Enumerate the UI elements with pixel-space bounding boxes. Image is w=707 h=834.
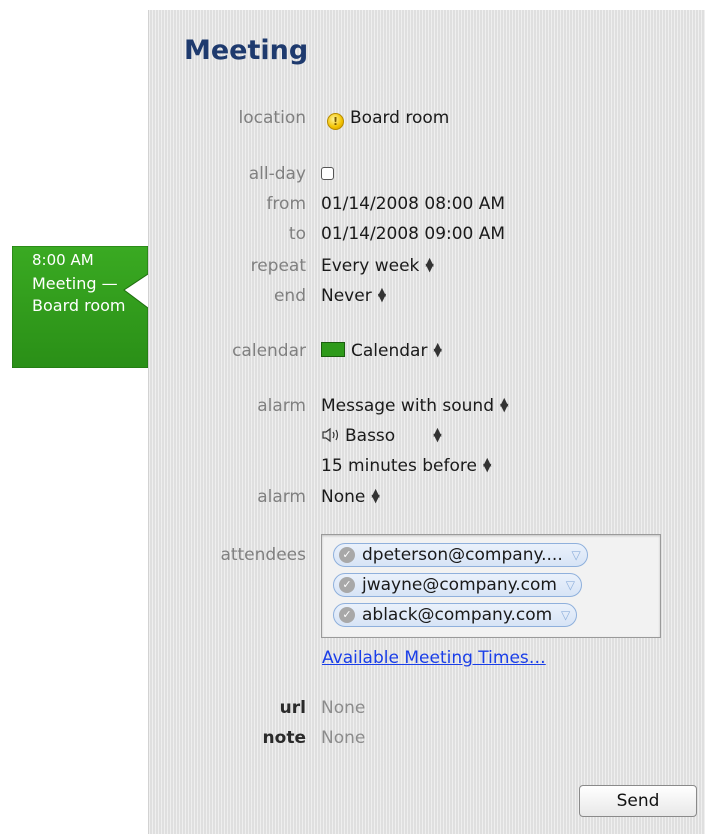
end-label: end — [273, 286, 306, 306]
event-title: Meeting — — [32, 274, 118, 293]
attendee-token[interactable]: ✓ dpeterson@company.... ▽ — [333, 543, 588, 567]
alarm2-popup[interactable]: None ▲ ▼ — [321, 487, 380, 507]
chevron-down-icon[interactable]: ▽ — [572, 544, 581, 566]
popup-arrows-icon: ▲ ▼ — [377, 285, 387, 304]
alarm-type-popup[interactable]: Message with sound ▲ ▼ — [321, 396, 508, 416]
location-label: location — [238, 108, 306, 128]
repeat-popup[interactable]: Every week ▲ ▼ — [321, 256, 434, 276]
end-value: Never — [321, 286, 372, 306]
alarm-time-popup[interactable]: 15 minutes before ▲ ▼ — [321, 456, 491, 476]
popup-arrows-icon: ▲ ▼ — [433, 425, 442, 444]
from-label: from — [266, 194, 306, 214]
repeat-label: repeat — [250, 256, 306, 276]
note-field[interactable]: None — [321, 728, 365, 748]
alarm2-value: None — [321, 487, 366, 507]
event-time: 8:00 AM — [32, 251, 94, 269]
alarm-label: alarm — [257, 396, 306, 416]
chevron-down-icon[interactable]: ▽ — [566, 574, 575, 596]
allday-label: all-day — [248, 164, 306, 184]
checkmark-icon: ✓ — [339, 547, 355, 563]
popup-arrows-icon: ▲ ▼ — [499, 395, 509, 414]
calendar-color-swatch — [321, 342, 345, 357]
warning-icon: ! — [327, 113, 344, 130]
checkmark-icon: ✓ — [339, 577, 355, 593]
attendees-label: attendees — [220, 545, 306, 565]
popup-arrows-icon: ▲ ▼ — [425, 255, 434, 274]
event-info-panel — [148, 10, 705, 834]
event-location: Board room — [32, 296, 126, 315]
location-field[interactable]: ! Board room — [327, 108, 449, 130]
url-label: url — [279, 698, 306, 718]
available-meeting-times-link[interactable]: Available Meeting Times… — [322, 648, 546, 668]
allday-checkbox-wrap[interactable] — [321, 164, 334, 184]
popup-arrows-icon: ▲ ▼ — [482, 455, 492, 474]
calendar-label: calendar — [232, 341, 306, 361]
repeat-value: Every week — [321, 256, 420, 276]
alarm-type-value: Message with sound — [321, 396, 494, 416]
alarm-time-value: 15 minutes before — [321, 456, 477, 476]
from-datetime[interactable]: 01/14/2008 08:00 AM — [321, 194, 505, 214]
attendee-token[interactable]: ✓ ablack@company.com ▽ — [333, 603, 578, 627]
attendee-token[interactable]: ✓ jwayne@company.com ▽ — [333, 573, 582, 597]
chevron-down-icon[interactable]: ▽ — [561, 604, 570, 626]
alarm2-label: alarm — [257, 487, 306, 507]
url-field[interactable]: None — [321, 698, 365, 718]
alarm-sound-value: Basso — [345, 426, 396, 446]
to-datetime[interactable]: 01/14/2008 09:00 AM — [321, 224, 505, 244]
calendar-popup[interactable]: Calendar ▲ ▼ — [321, 341, 442, 361]
calendar-value: Calendar — [351, 341, 428, 361]
note-label: note — [262, 728, 306, 748]
checkmark-icon: ✓ — [339, 607, 355, 623]
popup-arrows-icon: ▲ ▼ — [433, 340, 442, 359]
send-button[interactable]: Send — [579, 785, 697, 817]
allday-checkbox[interactable] — [321, 167, 334, 180]
attendee-email: ablack@company.com — [362, 605, 553, 625]
event-title-heading[interactable]: Meeting — [184, 35, 308, 66]
calendar-event-block[interactable]: 8:00 AM Meeting — Board room — [12, 246, 148, 368]
to-label: to — [288, 224, 306, 244]
speaker-icon — [321, 427, 345, 448]
attendee-email: dpeterson@company.... — [362, 545, 563, 565]
location-value: Board room — [350, 108, 450, 128]
end-popup[interactable]: Never ▲ ▼ — [321, 286, 386, 306]
popup-arrows-icon: ▲ ▼ — [371, 486, 380, 505]
attendee-email: jwayne@company.com — [362, 575, 557, 595]
alarm-sound-popup[interactable]: Basso ▲ ▼ — [321, 426, 442, 448]
